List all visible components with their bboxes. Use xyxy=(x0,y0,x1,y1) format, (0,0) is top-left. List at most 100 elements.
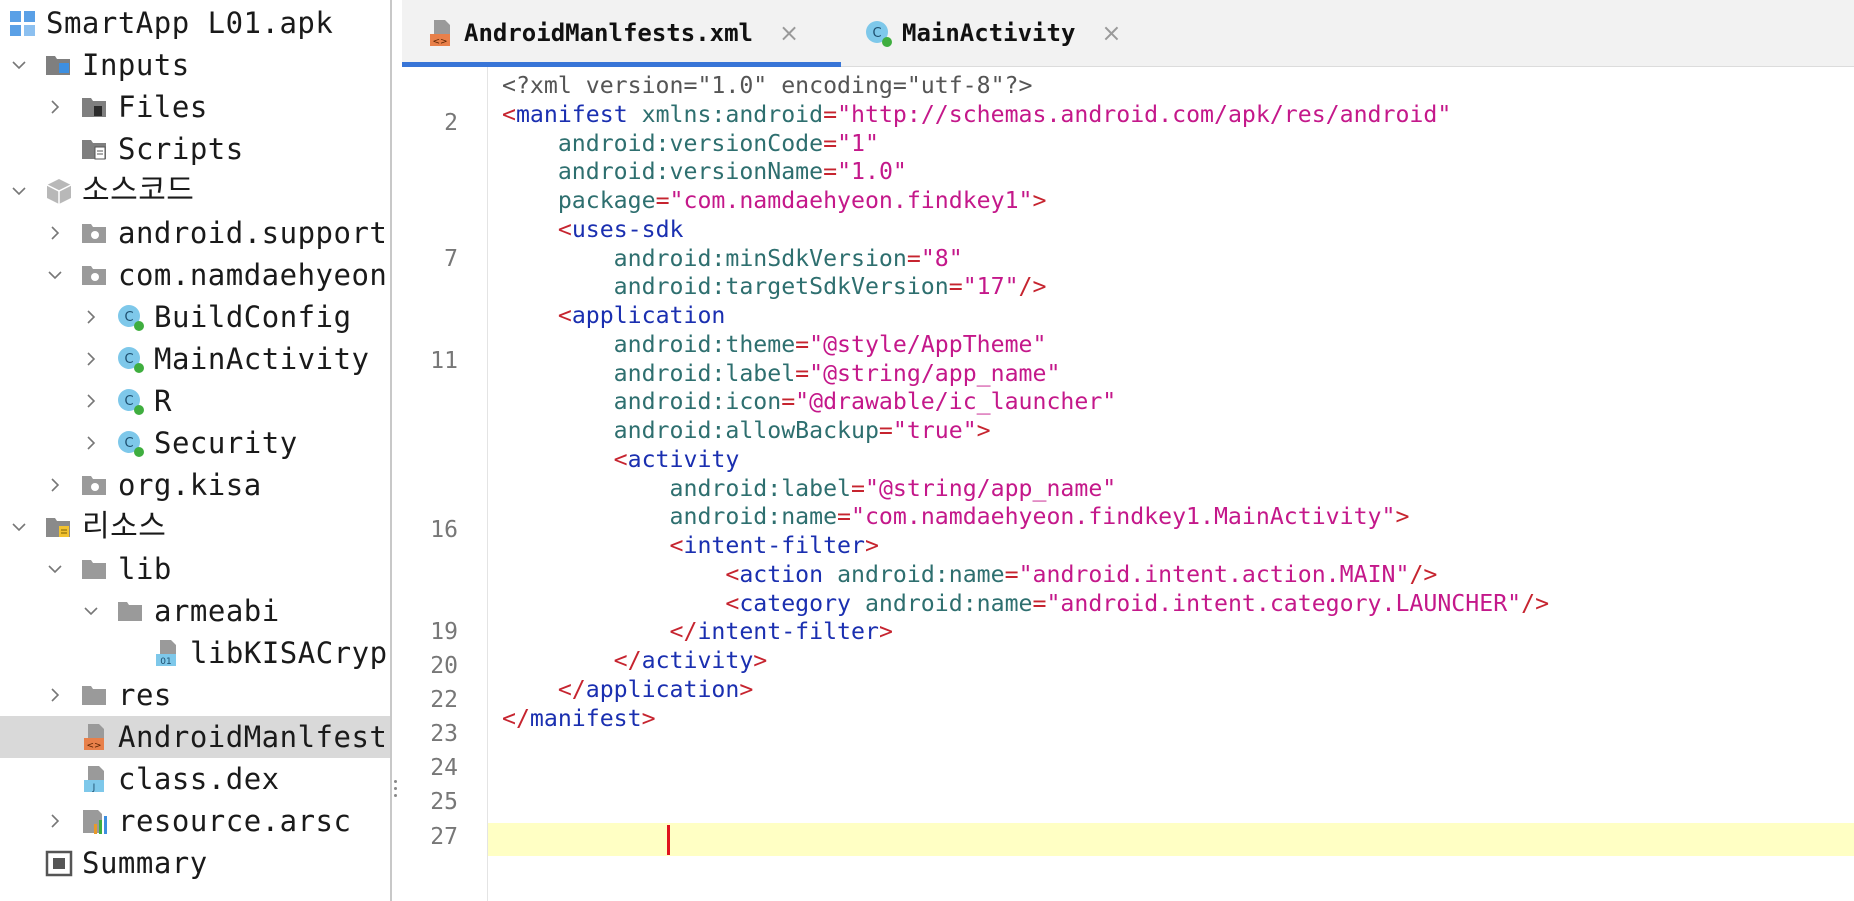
xml-file-icon: <> xyxy=(430,20,450,47)
tree-item-r[interactable]: C R xyxy=(0,380,390,422)
code-token: android:versionName xyxy=(502,158,824,186)
class-icon: C xyxy=(118,305,144,331)
code-token: </ xyxy=(502,618,698,646)
chevron-down-icon[interactable] xyxy=(44,558,66,580)
svg-text:C: C xyxy=(124,352,133,367)
tree-item-label: 리소스 xyxy=(82,509,167,544)
tree-item-label: AndroidManlfest xyxy=(118,719,388,754)
tree-item-libkisacryp[interactable]: 01 libKISACryp xyxy=(0,632,390,674)
code-token: <?xml version="1.0" encoding="utf-8"?> xyxy=(502,72,1033,99)
chevron-right-icon[interactable] xyxy=(44,474,66,496)
code-token: "@string/app_name" xyxy=(809,359,1061,387)
chevron-down-icon[interactable] xyxy=(80,600,102,622)
code-token: xmlns:android xyxy=(641,100,824,128)
tree-item-source-code[interactable]: 소스코드 xyxy=(0,170,390,212)
chevron-down-icon[interactable] xyxy=(8,180,30,202)
code-token: < xyxy=(502,302,572,329)
code-line: android:versionName="1.0" xyxy=(502,158,907,187)
class-icon: C xyxy=(118,347,144,373)
code-token: </ xyxy=(502,647,642,674)
tree-item-armeabi[interactable]: armeabi xyxy=(0,590,390,632)
chevron-down-icon[interactable] xyxy=(44,264,66,286)
code-token: android:minSdkVersion xyxy=(502,244,907,272)
chevron-right-icon[interactable] xyxy=(44,96,66,118)
tree-item-label: Security xyxy=(154,425,298,460)
code-token: < xyxy=(502,532,684,559)
chevron-right-icon[interactable] xyxy=(44,810,66,832)
tab-mainactivity[interactable]: C MainActivity × xyxy=(864,0,1122,66)
code-token: = xyxy=(851,474,865,502)
tree-item-label: Summary xyxy=(82,845,208,880)
code-token: application xyxy=(585,675,740,703)
code-token: "@string/app_name" xyxy=(864,474,1117,502)
tree-item-inputs[interactable]: Inputs xyxy=(0,44,390,86)
tree-item-org-kisa[interactable]: org.kisa xyxy=(0,464,390,506)
scripts-folder-icon xyxy=(82,140,106,160)
chevron-down-icon[interactable] xyxy=(8,54,30,76)
tree-item-label: Files xyxy=(118,89,208,124)
code-line: </manifest> xyxy=(502,705,656,734)
folder-icon xyxy=(82,560,106,579)
code-token: /> xyxy=(1521,589,1550,617)
code-token: < xyxy=(502,100,516,128)
code-token: android:label xyxy=(502,474,852,502)
tree-item-security[interactable]: C Security xyxy=(0,422,390,464)
chevron-right-icon[interactable] xyxy=(80,432,102,454)
code-token: < xyxy=(502,445,628,473)
line-number: 2 xyxy=(444,110,458,136)
code-token: manifest xyxy=(529,704,642,732)
tree-item-summary[interactable]: Summary xyxy=(0,842,390,884)
package-folder-icon xyxy=(82,266,106,285)
code-line: </application> xyxy=(502,676,753,705)
text-caret xyxy=(667,825,670,855)
code-token: android:targetSdkVersion xyxy=(502,273,949,301)
splitter-handle[interactable] xyxy=(392,776,398,810)
code-token: > xyxy=(739,675,754,703)
binary-file-icon: 01 xyxy=(156,640,176,667)
line-number: 11 xyxy=(430,348,458,374)
chevron-right-icon[interactable] xyxy=(44,684,66,706)
code-token: android:name xyxy=(864,589,1033,617)
tree-item-label: libKISACryp xyxy=(190,635,388,670)
tree-item-mainactivity[interactable]: C MainActivity xyxy=(0,338,390,380)
code-token: "1" xyxy=(837,129,879,157)
tree-item-apk[interactable]: SmartApp L01.apk xyxy=(0,2,390,44)
tree-item-buildconfig[interactable]: C BuildConfig xyxy=(0,296,390,338)
tree-item-label: MainActivity xyxy=(154,341,370,376)
tree-item-files[interactable]: Files xyxy=(0,86,390,128)
code-token: application xyxy=(571,302,726,329)
close-icon[interactable]: × xyxy=(1101,19,1121,47)
tab-androidmanifest[interactable]: <> AndroidManlfests.xml × xyxy=(426,0,799,66)
svg-text:C: C xyxy=(124,310,133,325)
tree-item-class-dex[interactable]: J class.dex xyxy=(0,758,390,800)
chevron-right-icon[interactable] xyxy=(80,306,102,328)
code-token: action xyxy=(739,560,838,588)
code-line: android:label="@string/app_name" xyxy=(502,359,1061,389)
sidebar-divider xyxy=(390,0,392,901)
code-token: android:icon xyxy=(502,388,782,416)
chevron-down-icon[interactable] xyxy=(8,516,30,538)
tree-item-lib[interactable]: lib xyxy=(0,548,390,590)
code-token: "com.namdaehyeon.findkey1.MainActivity" xyxy=(851,503,1396,531)
chevron-right-icon[interactable] xyxy=(44,222,66,244)
chevron-right-icon[interactable] xyxy=(80,390,102,412)
tree-item-res[interactable]: res xyxy=(0,674,390,716)
tree-item-label: resource.arsc xyxy=(118,803,352,838)
code-token: "@drawable/ic_launcher" xyxy=(795,388,1117,416)
summary-icon xyxy=(45,850,73,877)
tree-item-androidmanifest[interactable]: <> AndroidManlfest xyxy=(0,716,390,758)
chevron-right-icon[interactable] xyxy=(80,348,102,370)
code-line: <application xyxy=(502,302,726,331)
close-icon[interactable]: × xyxy=(779,19,799,47)
tree-item-scripts[interactable]: Scripts xyxy=(0,128,390,170)
line-number: 20 xyxy=(430,653,458,679)
tree-item-com-namdaehyeon[interactable]: com.namdaehyeon xyxy=(0,254,390,296)
tree-item-label: android.support xyxy=(118,215,388,250)
code-token: activity xyxy=(641,647,754,674)
tree-item-resource-arsc[interactable]: resource.arsc xyxy=(0,800,390,842)
code-token: /> xyxy=(1018,273,1047,301)
tree-item-resources[interactable]: 리소스 xyxy=(0,506,390,548)
code-token: = xyxy=(837,503,852,531)
tree-item-android-support[interactable]: android.support xyxy=(0,212,390,254)
svg-text:C: C xyxy=(124,394,133,409)
